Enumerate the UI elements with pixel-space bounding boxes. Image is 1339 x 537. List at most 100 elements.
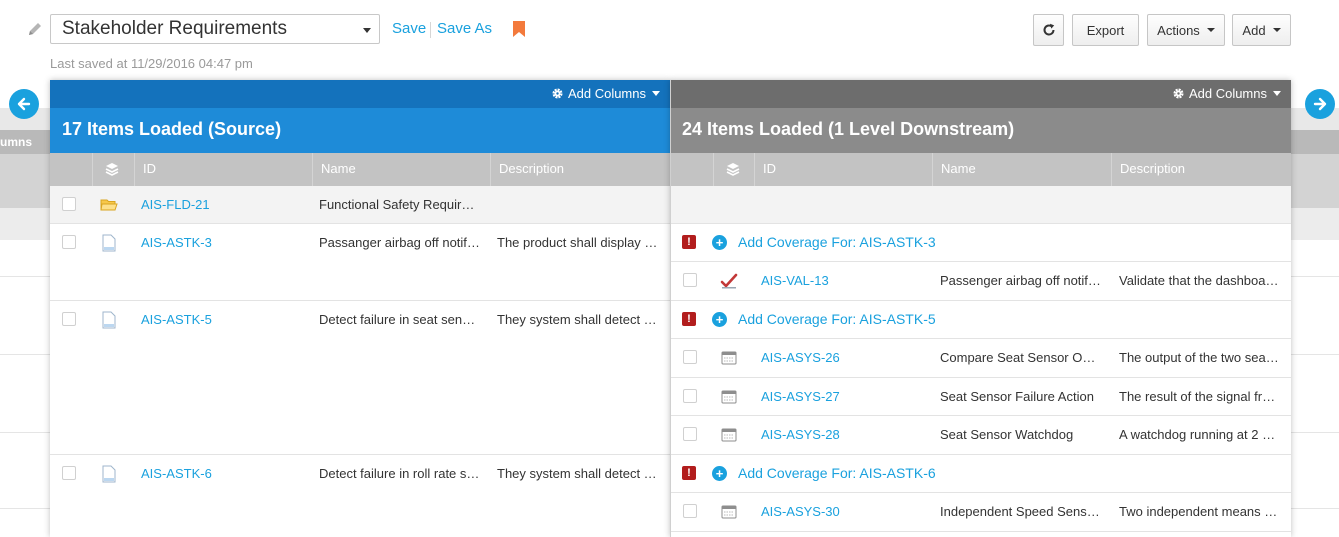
chevron-down-icon xyxy=(1206,28,1215,32)
previous-page-button[interactable] xyxy=(9,89,39,119)
table-row[interactable]: AIS-FLD-21 Functional Safety Requir… xyxy=(50,186,670,224)
row-id-link[interactable]: AIS-ASYS-26 xyxy=(761,350,840,365)
row-checkbox[interactable] xyxy=(683,389,697,403)
item-type-icon xyxy=(105,163,119,176)
table-icon xyxy=(721,505,737,519)
document-icon xyxy=(102,234,116,252)
table-row[interactable]: AIS-ASTK-3 Passanger airbag off notif… T… xyxy=(50,224,670,301)
row-id-link[interactable]: AIS-ASYS-28 xyxy=(761,427,840,442)
save-as-button[interactable]: Save As xyxy=(437,20,492,37)
row-checkbox[interactable] xyxy=(62,235,76,249)
target-add-columns-button[interactable]: Add Columns xyxy=(1172,86,1281,101)
source-panel: Add Columns 17 Items Loaded (Source) ID … xyxy=(50,80,670,537)
export-button[interactable]: Export xyxy=(1072,14,1139,46)
ghost-add-columns-label: umns xyxy=(0,135,33,149)
gear-icon xyxy=(552,88,563,99)
target-column-header: ID Name Description xyxy=(671,153,1291,186)
add-coverage-link[interactable]: Add Coverage For: AIS-ASTK-5 xyxy=(738,311,936,327)
add-dropdown[interactable]: Add xyxy=(1232,14,1291,46)
source-toolbar: Add Columns xyxy=(50,80,670,108)
save-button[interactable]: Save xyxy=(392,20,426,37)
id-column-header[interactable]: ID xyxy=(754,153,932,186)
row-name: Passanger airbag off notif… xyxy=(319,235,480,250)
chevron-down-icon xyxy=(1273,91,1281,96)
row-id-link[interactable]: AIS-FLD-21 xyxy=(141,197,210,212)
row-name: Seat Sensor Failure Action xyxy=(940,389,1094,404)
table-row[interactable]: AIS-ASTK-5 Detect failure in seat sen… T… xyxy=(50,301,670,455)
row-name: Functional Safety Requir… xyxy=(319,197,475,212)
description-column-header[interactable]: Description xyxy=(490,153,670,186)
item-type-icon xyxy=(726,163,740,176)
next-page-button[interactable] xyxy=(1305,89,1335,119)
row-description: They system shall detect … xyxy=(497,312,657,327)
plus-circle-icon[interactable]: + xyxy=(712,312,727,327)
row-checkbox[interactable] xyxy=(683,350,697,364)
table-icon xyxy=(721,428,737,442)
row-description: The product shall display … xyxy=(497,235,658,250)
add-coverage-link[interactable]: Add Coverage For: AIS-ASTK-3 xyxy=(738,234,936,250)
select-column-header xyxy=(671,153,713,186)
type-column-header xyxy=(713,153,754,186)
table-row[interactable]: AIS-ASYS-27 Seat Sensor Failure Action T… xyxy=(671,378,1291,416)
row-description: The output of the two sea… xyxy=(1119,350,1279,365)
table-row[interactable]: AIS-ASYS-26 Compare Seat Sensor O… The o… xyxy=(671,339,1291,378)
row-name: Passenger airbag off notif… xyxy=(940,273,1101,288)
toolbar-divider xyxy=(430,22,431,38)
table-row[interactable]: AIS-VAL-13 Passenger airbag off notif… V… xyxy=(671,262,1291,301)
row-checkbox[interactable] xyxy=(683,504,697,518)
alert-icon: ! xyxy=(682,235,696,249)
row-id-link[interactable]: AIS-VAL-13 xyxy=(761,273,829,288)
export-label: Export xyxy=(1086,22,1125,38)
arrow-left-icon xyxy=(17,97,31,111)
name-column-header[interactable]: Name xyxy=(312,153,490,186)
bookmark-icon[interactable] xyxy=(513,21,525,37)
coverage-row: ! + Add Coverage For: AIS-ASTK-6 xyxy=(671,455,1291,493)
table-icon xyxy=(721,390,737,404)
row-checkbox[interactable] xyxy=(683,273,697,287)
row-name: Detect failure in seat sen… xyxy=(319,312,476,327)
table-row xyxy=(671,186,1291,224)
refresh-button[interactable] xyxy=(1033,14,1064,46)
refresh-icon xyxy=(1043,23,1054,36)
report-select[interactable]: Stakeholder Requirements xyxy=(50,14,380,44)
chevron-down-icon xyxy=(652,91,660,96)
row-description: Two independent means … xyxy=(1119,504,1278,519)
name-column-header[interactable]: Name xyxy=(932,153,1111,186)
select-column-header xyxy=(50,153,92,186)
source-panel-title: 17 Items Loaded (Source) xyxy=(50,108,670,153)
row-checkbox[interactable] xyxy=(683,427,697,441)
table-row[interactable]: AIS-ASYS-30 Independent Speed Sens… Two … xyxy=(671,493,1291,532)
row-id-link[interactable]: AIS-ASTK-6 xyxy=(141,466,212,481)
target-toolbar: Add Columns xyxy=(671,80,1291,108)
description-column-header[interactable]: Description xyxy=(1111,153,1291,186)
target-panel: Add Columns 24 Items Loaded (1 Level Dow… xyxy=(670,80,1291,537)
row-name: Independent Speed Sens… xyxy=(940,504,1100,519)
row-description: They system shall detect … xyxy=(497,466,657,481)
coverage-row: ! + Add Coverage For: AIS-ASTK-3 xyxy=(671,224,1291,262)
row-description: A watchdog running at 2 … xyxy=(1119,427,1276,442)
target-add-columns-label: Add Columns xyxy=(1188,86,1267,101)
row-checkbox[interactable] xyxy=(62,466,76,480)
table-icon xyxy=(721,351,737,365)
id-column-header[interactable]: ID xyxy=(134,153,312,186)
source-add-columns-button[interactable]: Add Columns xyxy=(551,86,660,101)
row-name: Detect failure in roll rate s… xyxy=(319,466,480,481)
plus-circle-icon[interactable]: + xyxy=(712,466,727,481)
pencil-icon[interactable] xyxy=(27,21,43,37)
row-id-link[interactable]: AIS-ASTK-3 xyxy=(141,235,212,250)
plus-circle-icon[interactable]: + xyxy=(712,235,727,250)
row-checkbox[interactable] xyxy=(62,312,76,326)
actions-dropdown[interactable]: Actions xyxy=(1147,14,1225,46)
alert-icon: ! xyxy=(682,466,696,480)
table-row[interactable]: AIS-ASTK-6 Detect failure in roll rate s… xyxy=(50,455,670,537)
source-column-header: ID Name Description xyxy=(50,153,670,186)
source-add-columns-label: Add Columns xyxy=(567,86,646,101)
row-id-link[interactable]: AIS-ASYS-27 xyxy=(761,389,840,404)
table-row[interactable]: AIS-ASYS-28 Seat Sensor Watchdog A watch… xyxy=(671,416,1291,455)
row-checkbox[interactable] xyxy=(62,197,76,211)
row-id-link[interactable]: AIS-ASYS-30 xyxy=(761,504,840,519)
add-coverage-link[interactable]: Add Coverage For: AIS-ASTK-6 xyxy=(738,465,936,481)
row-id-link[interactable]: AIS-ASTK-5 xyxy=(141,312,212,327)
folder-icon xyxy=(100,199,118,211)
row-description: The result of the signal fr… xyxy=(1119,389,1276,404)
